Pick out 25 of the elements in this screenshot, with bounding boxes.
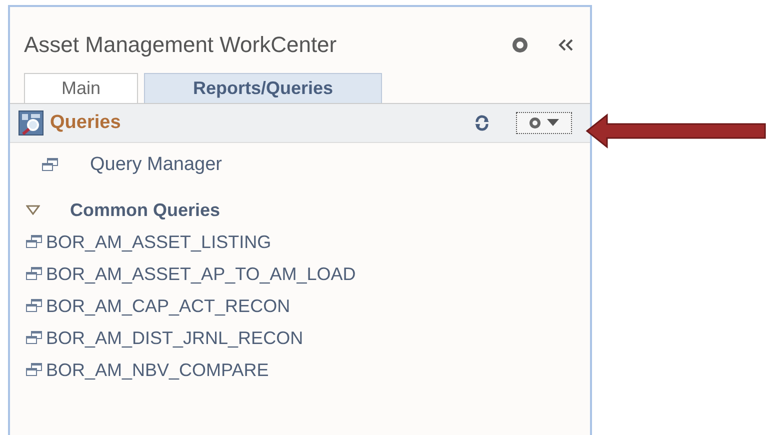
ring-icon[interactable]	[512, 37, 528, 53]
tab[interactable]: Reports/Queries	[144, 73, 382, 103]
caret-icon	[547, 119, 559, 127]
expand-toggle-icon[interactable]	[26, 205, 40, 215]
collapse-icon[interactable]	[558, 38, 574, 52]
options-button[interactable]	[516, 112, 572, 134]
refresh-icon[interactable]	[474, 115, 490, 131]
query-link[interactable]: BOR_AM_CAP_ACT_RECON	[46, 296, 290, 316]
query-icon	[18, 110, 44, 136]
query-link[interactable]: BOR_AM_ASSET_LISTING	[46, 232, 272, 252]
windows-icon	[26, 363, 42, 377]
query-link[interactable]: BOR_AM_ASSET_AP_TO_AM_LOAD	[46, 264, 356, 284]
windows-icon	[26, 299, 42, 313]
windows-icon	[26, 331, 42, 345]
group-label[interactable]: Common Queries	[70, 200, 220, 220]
query-link[interactable]: BOR_AM_DIST_JRNL_RECON	[46, 328, 304, 348]
windows-icon	[42, 158, 58, 172]
tab[interactable]: Main	[24, 73, 138, 103]
ring-icon	[529, 117, 541, 129]
section-title: Queries	[50, 112, 122, 134]
windows-icon	[26, 267, 42, 281]
query-link[interactable]: Query Manager	[90, 154, 222, 176]
panel-title: Asset Management WorkCenter	[24, 32, 338, 58]
query-link[interactable]: BOR_AM_NBV_COMPARE	[46, 360, 269, 380]
windows-icon	[26, 235, 42, 249]
